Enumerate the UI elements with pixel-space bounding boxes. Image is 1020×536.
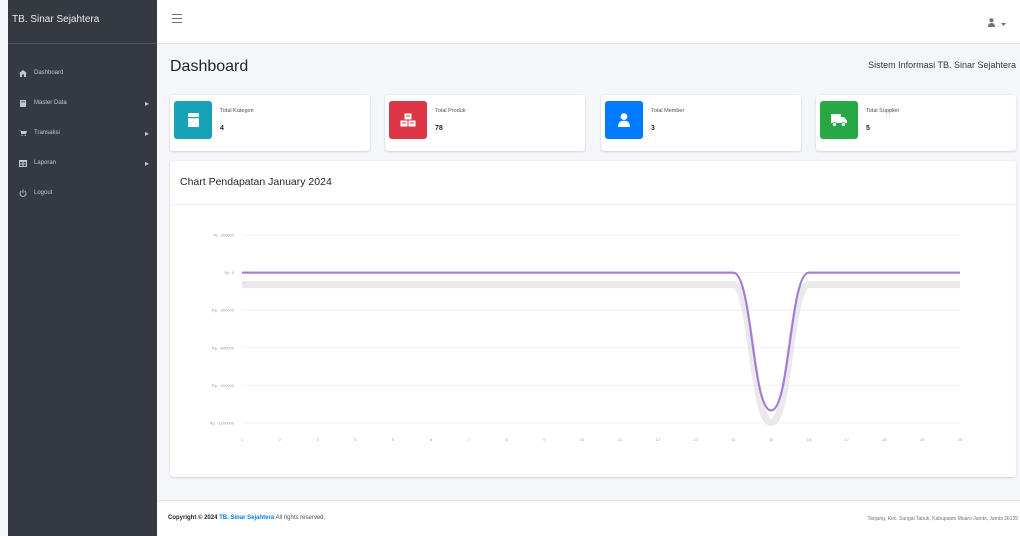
sidebar-item-label: Dashboard (34, 70, 64, 76)
x-tick-label: 13 (693, 437, 698, 442)
copyright: Copyright © 2024 TB. Sinar Sejahtera All… (168, 515, 325, 521)
x-tick-label: 1 (241, 437, 244, 442)
chart-title: Chart Pendapatan January 2024 (170, 161, 1016, 205)
sidebar-item-label: Transaksi (34, 130, 60, 136)
cart-icon (18, 130, 28, 136)
page-header: Dashboard Sistem Informasi TB. Sinar Sej… (170, 56, 1020, 80)
sidebar-item-dashboard[interactable]: Dashboard (8, 58, 157, 88)
file-icon (174, 101, 212, 139)
series-line-shadow (242, 281, 960, 426)
x-tick-label: 17 (844, 437, 849, 442)
x-tick-label: 6 (430, 437, 433, 442)
stat-card-supplier: Total Supplier 5 (816, 95, 1016, 151)
page-subtitle: Sistem Informasi TB. Sinar Sejahtera (868, 60, 1016, 70)
sidebar-item-laporan[interactable]: Laporan ▸ (8, 148, 157, 178)
table-icon (18, 159, 28, 167)
x-tick-label: 9 (543, 437, 546, 442)
x-tick-label: 14 (731, 437, 736, 442)
copyright-suffix: All rights reserved. (275, 515, 326, 521)
stat-value: 5 (866, 125, 870, 132)
x-tick-label: 2 (279, 437, 282, 442)
stat-label: Total Member (651, 108, 685, 114)
x-tick-label: 4 (354, 437, 357, 442)
cubes-icon (389, 101, 427, 139)
y-tick-label: Rp. 300000 (213, 233, 234, 238)
copyright-prefix: Copyright © 2024 (168, 515, 218, 521)
x-tick-label: 15 (769, 437, 774, 442)
user-icon (605, 101, 643, 139)
y-tick-label: Rp. -600000 (212, 345, 235, 350)
stat-label: Total Supplier (866, 108, 900, 114)
y-tick-label: Rp. -300000 (212, 308, 235, 313)
sidebar-nav: Dashboard Master Data ▸ Transaksi ▸ Lapo… (8, 44, 157, 208)
chevron-right-icon: ▸ (144, 128, 149, 138)
x-tick-label: 8 (505, 437, 508, 442)
sidebar-item-label: Master Data (34, 100, 67, 106)
footer-address: Tanjung, Kec. Sungai Tabuk, Kabupaten Mu… (867, 516, 1018, 522)
footer: Copyright © 2024 TB. Sinar Sejahtera All… (157, 500, 1020, 536)
x-tick-label: 16 (807, 437, 812, 442)
user-menu[interactable] (988, 14, 1006, 32)
stat-card-produk: Total Produk 78 (385, 95, 585, 151)
x-tick-label: 19 (920, 437, 925, 442)
x-tick-label: 7 (468, 437, 471, 442)
truck-icon (820, 101, 858, 139)
page-title: Dashboard (170, 58, 249, 75)
footer-brand-link[interactable]: TB. Sinar Sejahtera (219, 515, 274, 521)
x-tick-label: 20 (958, 437, 963, 442)
caret-down-icon (1001, 14, 1006, 32)
y-tick-label: Rp. -900000 (212, 383, 235, 388)
chevron-right-icon: ▸ (144, 98, 149, 108)
chevron-right-icon: ▸ (144, 158, 149, 168)
book-icon (18, 99, 28, 107)
revenue-line-chart: Rp. 300000 Rp. 0 Rp. -300000 Rp. -600000 Rp.… (210, 233, 963, 443)
x-tick-label: 11 (618, 437, 623, 442)
y-tick-label: Rp. -1200000 (210, 421, 235, 426)
stat-label: Total Kategori (220, 108, 254, 114)
brand-name[interactable]: TB. Sinar Sejahtera (8, 0, 157, 44)
x-tick-label: 3 (316, 437, 319, 442)
stat-label: Total Produk (435, 108, 466, 114)
sidebar-item-master-data[interactable]: Master Data ▸ (8, 88, 157, 118)
stat-value: 4 (220, 125, 224, 132)
home-icon (18, 69, 28, 77)
sidebar: TB. Sinar Sejahtera Dashboard Master Dat… (8, 0, 157, 536)
stat-card-kategori: Total Kategori 4 (170, 95, 370, 151)
sidebar-item-logout[interactable]: Logout (8, 178, 157, 208)
revenue-chart-card: Chart Pendapatan January 2024 Rp. 300000… (170, 161, 1016, 477)
x-tick-label: 18 (882, 437, 887, 442)
sidebar-item-transaksi[interactable]: Transaksi ▸ (8, 118, 157, 148)
x-tick-label: 12 (655, 437, 660, 442)
stat-card-member: Total Member 3 (601, 95, 801, 151)
sidebar-item-label: Logout (34, 190, 53, 196)
series-line-tint (242, 271, 960, 412)
y-tick-label: Rp. 0 (224, 270, 234, 275)
hamburger-icon[interactable] (172, 14, 182, 26)
top-navbar (157, 0, 1020, 44)
x-tick-label: 10 (580, 437, 585, 442)
series-line (242, 271, 960, 412)
x-tick-label: 5 (392, 437, 395, 442)
user-icon (988, 14, 995, 32)
stat-value: 78 (435, 125, 443, 132)
stat-value: 3 (651, 125, 655, 132)
sidebar-item-label: Laporan (34, 160, 57, 166)
power-icon (18, 189, 28, 197)
